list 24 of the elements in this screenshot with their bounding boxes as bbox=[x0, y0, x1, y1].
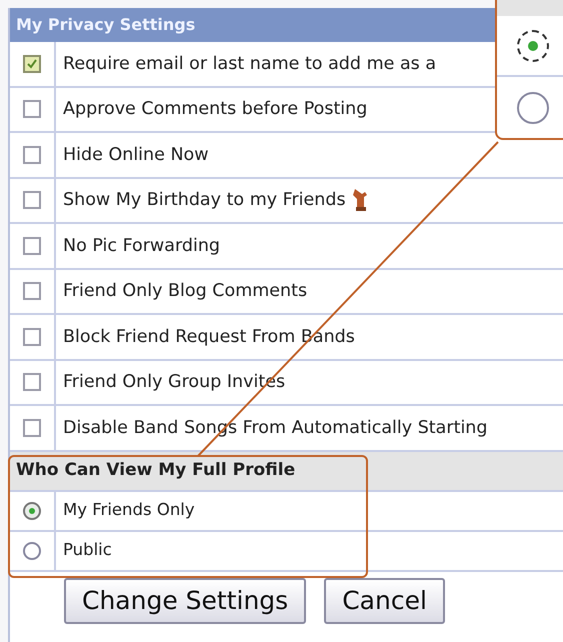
section-header: Who Can View My Full Profile bbox=[10, 452, 563, 492]
option-label: Require email or last name to add me as a bbox=[63, 52, 436, 76]
choice-label: My Friends Only bbox=[63, 499, 195, 522]
cancel-button[interactable]: Cancel bbox=[324, 578, 445, 624]
checkbox[interactable] bbox=[23, 54, 41, 73]
change-settings-button[interactable]: Change Settings bbox=[64, 578, 306, 624]
checkbox[interactable] bbox=[23, 100, 41, 118]
checkbox[interactable] bbox=[23, 191, 41, 210]
radio-button[interactable] bbox=[23, 502, 41, 520]
choice-label: Public bbox=[63, 539, 112, 562]
checkbox[interactable] bbox=[23, 328, 41, 346]
checkmark-icon bbox=[26, 58, 38, 70]
option-label: Show My Birthday to my Friends bbox=[63, 189, 346, 212]
checkbox[interactable] bbox=[23, 373, 41, 392]
checkbox[interactable] bbox=[23, 282, 41, 300]
option-label: Approve Comments before Posting bbox=[63, 98, 368, 122]
radio-button[interactable] bbox=[23, 542, 41, 560]
radio-button[interactable] bbox=[517, 92, 549, 124]
option-label: Hide Online Now bbox=[63, 144, 209, 167]
checkbox[interactable] bbox=[23, 236, 41, 255]
checkbox[interactable] bbox=[23, 418, 41, 437]
option-label: No Pic Forwarding bbox=[63, 234, 220, 258]
checkbox[interactable] bbox=[23, 146, 41, 164]
option-label: Friend Only Blog Comments bbox=[63, 280, 308, 304]
